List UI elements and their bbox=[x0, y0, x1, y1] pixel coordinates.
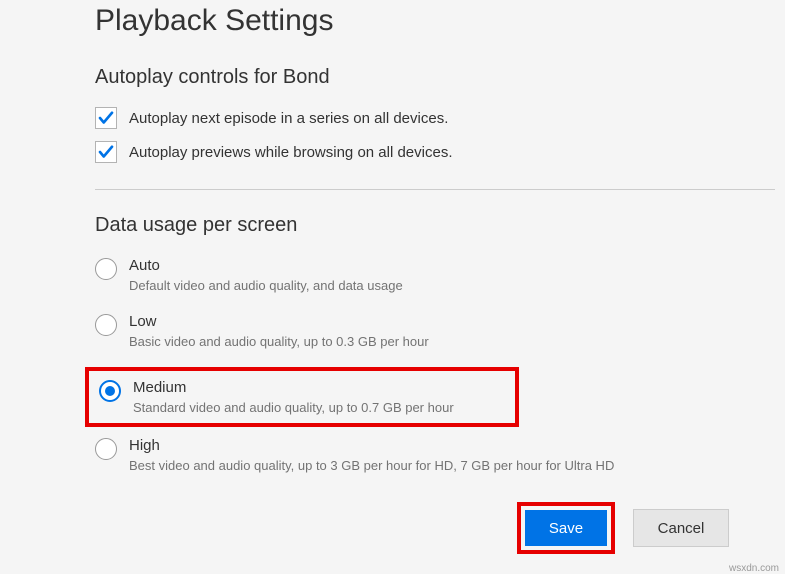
data-usage-high-desc: Best video and audio quality, up to 3 GB… bbox=[129, 458, 614, 473]
autoplay-section-title: Autoplay controls for Bond bbox=[95, 66, 785, 89]
data-usage-medium-desc: Standard video and audio quality, up to … bbox=[133, 400, 454, 415]
highlight-box-save: Save bbox=[517, 502, 615, 554]
data-usage-medium-label: Medium bbox=[133, 379, 454, 396]
highlight-box-medium: Medium Standard video and audio quality,… bbox=[85, 367, 519, 427]
checkbox-checked-icon bbox=[95, 107, 117, 129]
data-usage-low-desc: Basic video and audio quality, up to 0.3… bbox=[129, 334, 429, 349]
data-usage-low-label: Low bbox=[129, 313, 429, 330]
data-usage-auto-label: Auto bbox=[129, 257, 403, 274]
autoplay-previews-label: Autoplay previews while browsing on all … bbox=[129, 144, 453, 161]
attribution-text: wsxdn.com bbox=[729, 563, 779, 574]
radio-selected-icon bbox=[99, 380, 121, 402]
autoplay-next-episode-row[interactable]: Autoplay next episode in a series on all… bbox=[95, 107, 785, 129]
radio-unselected-icon bbox=[95, 258, 117, 280]
autoplay-previews-row[interactable]: Autoplay previews while browsing on all … bbox=[95, 141, 785, 163]
data-usage-low-row[interactable]: Low Basic video and audio quality, up to… bbox=[95, 311, 785, 351]
button-row: Save Cancel bbox=[517, 502, 729, 554]
save-button[interactable]: Save bbox=[525, 510, 607, 546]
section-divider bbox=[95, 189, 775, 190]
data-usage-high-row[interactable]: High Best video and audio quality, up to… bbox=[95, 435, 785, 475]
autoplay-next-episode-label: Autoplay next episode in a series on all… bbox=[129, 110, 448, 127]
checkbox-checked-icon bbox=[95, 141, 117, 163]
data-usage-auto-desc: Default video and audio quality, and dat… bbox=[129, 278, 403, 293]
data-usage-section-title: Data usage per screen bbox=[95, 214, 785, 237]
data-usage-medium-row[interactable]: Medium Standard video and audio quality,… bbox=[99, 377, 507, 417]
data-usage-high-label: High bbox=[129, 437, 614, 454]
radio-unselected-icon bbox=[95, 314, 117, 336]
data-usage-auto-row[interactable]: Auto Default video and audio quality, an… bbox=[95, 255, 785, 295]
page-title: Playback Settings bbox=[95, 0, 785, 66]
cancel-button[interactable]: Cancel bbox=[633, 509, 729, 547]
radio-unselected-icon bbox=[95, 438, 117, 460]
